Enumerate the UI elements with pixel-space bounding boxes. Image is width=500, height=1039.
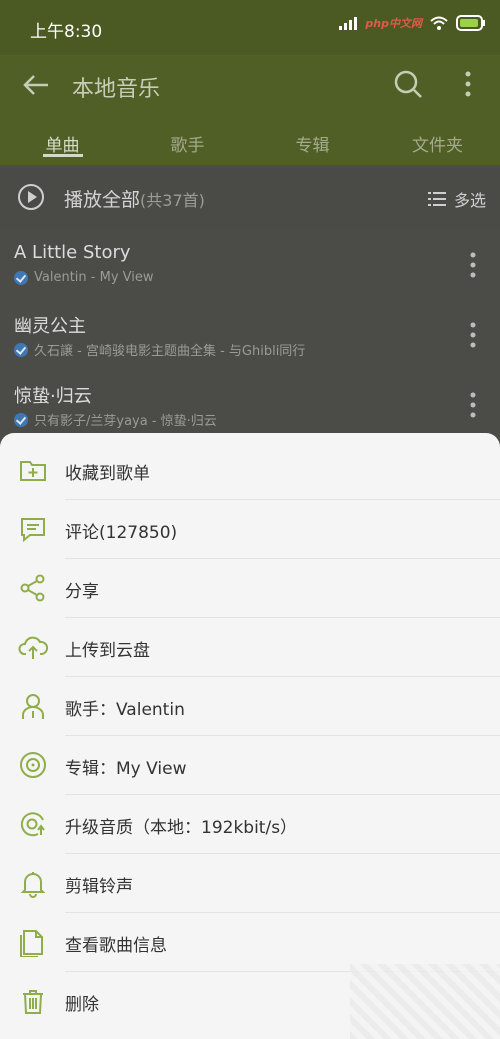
play-all-row[interactable]: 播放全部(共37首) 多选 [0, 165, 500, 230]
collect-to-playlist-item[interactable]: 收藏到歌单 [0, 441, 500, 500]
upload-cloud-item[interactable]: 上传到云盘 [0, 618, 500, 677]
file-info-icon [20, 930, 43, 957]
app-bar: 本地音乐 单曲 歌手 专辑 文件夹 [0, 55, 500, 165]
song-title: 惊蛰·归云 [14, 386, 92, 407]
back-arrow-icon[interactable] [20, 69, 52, 101]
delete-label: 删除 [65, 995, 99, 1015]
trash-icon [23, 990, 43, 1014]
comment-label: 评论(127850) [65, 523, 178, 543]
tab-bar: 单曲 歌手 专辑 文件夹 [0, 125, 500, 165]
search-icon[interactable] [393, 69, 423, 99]
multi-select-button[interactable]: 多选 [427, 187, 486, 211]
add-folder-icon [20, 461, 46, 481]
share-icon [20, 574, 45, 602]
ringtone-item[interactable]: 剪辑铃声 [0, 854, 500, 913]
downloaded-check-icon [14, 342, 28, 357]
signal-icon [339, 17, 358, 30]
play-all-label[interactable]: 播放全部(共37首) [64, 185, 205, 212]
more-vertical-icon[interactable] [458, 69, 478, 99]
upgrade-quality-label: 升级音质（本地：192kbit/s） [65, 818, 298, 838]
multi-select-label: 多选 [453, 191, 486, 210]
page-title: 本地音乐 [72, 77, 161, 102]
share-label: 分享 [65, 582, 99, 602]
song-more-icon[interactable] [470, 392, 476, 418]
song-row[interactable]: 惊蛰·归云 只有影子/兰芽yaya - 惊蛰·归云 [0, 370, 500, 435]
comment-icon [21, 518, 45, 543]
song-row[interactable]: A Little Story Valentin - My View [0, 230, 500, 300]
song-list: 播放全部(共37首) 多选 A Little Story Valentin - … [0, 165, 500, 435]
share-item[interactable]: 分享 [0, 559, 500, 618]
song-meta: Valentin - My View [14, 270, 154, 285]
album-item[interactable]: 专辑：My View [0, 736, 500, 795]
song-meta-text: Valentin - My View [34, 270, 154, 285]
status-bar: 上午8:30 php中文网 [0, 0, 500, 55]
singer-item[interactable]: 歌手：Valentin [0, 677, 500, 736]
pixelated-overlay [350, 964, 500, 1039]
ringtone-label: 剪辑铃声 [65, 877, 133, 897]
song-meta-text: 只有影子/兰芽yaya - 惊蛰·归云 [34, 414, 217, 429]
tab-songs[interactable]: 单曲 [0, 125, 125, 165]
cloud-upload-icon [18, 636, 48, 659]
wifi-icon [430, 16, 448, 30]
singer-icon [22, 694, 44, 719]
status-time: 上午8:30 [30, 22, 103, 42]
song-action-sheet: 收藏到歌单 评论(127850) 分享 上传到云盘 歌手：Valentin 专辑… [0, 433, 500, 1039]
song-row[interactable]: 幽灵公主 久石譲 - 宫崎骏电影主题曲全集 - 与Ghibli同行 [0, 300, 500, 370]
tab-artists[interactable]: 歌手 [125, 125, 250, 165]
downloaded-check-icon [14, 270, 28, 285]
song-title: 幽灵公主 [14, 316, 86, 337]
song-title: A Little Story [14, 242, 131, 263]
tab-albums[interactable]: 专辑 [250, 125, 375, 165]
bell-icon [20, 872, 46, 898]
upload-cloud-label: 上传到云盘 [65, 641, 150, 661]
battery-icon [456, 15, 485, 31]
collect-to-playlist-label: 收藏到歌单 [65, 464, 150, 484]
album-label: 专辑：My View [65, 759, 187, 779]
song-meta: 久石譲 - 宫崎骏电影主题曲全集 - 与Ghibli同行 [14, 340, 305, 359]
song-info-label: 查看歌曲信息 [65, 936, 167, 956]
album-icon [20, 752, 46, 778]
singer-label: 歌手：Valentin [65, 700, 185, 720]
play-all-count: (共37首) [140, 191, 205, 210]
play-all-text: 播放全部 [64, 189, 141, 211]
song-meta-text: 久石譲 - 宫崎骏电影主题曲全集 - 与Ghibli同行 [34, 344, 306, 359]
song-more-icon[interactable] [470, 252, 476, 278]
quality-icon [20, 812, 45, 837]
song-meta: 只有影子/兰芽yaya - 惊蛰·归云 [14, 410, 217, 429]
list-icon [427, 192, 446, 206]
comment-item[interactable]: 评论(127850) [0, 500, 500, 559]
song-more-icon[interactable] [470, 322, 476, 348]
upgrade-quality-item[interactable]: 升级音质（本地：192kbit/s） [0, 795, 500, 854]
status-icons: php中文网 [339, 15, 486, 31]
downloaded-check-icon [14, 412, 28, 427]
play-circle-icon[interactable] [17, 183, 45, 211]
tab-folders[interactable]: 文件夹 [375, 125, 500, 165]
watermark-logo: php中文网 [365, 17, 422, 30]
